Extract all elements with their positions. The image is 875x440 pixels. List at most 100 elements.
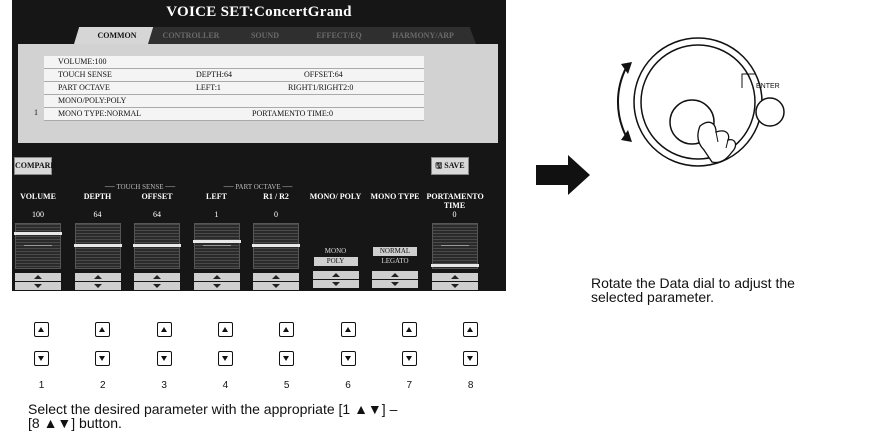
column-value: 1 (214, 210, 219, 219)
column-value: 0 (452, 210, 457, 219)
triangle-down-icon (283, 356, 290, 361)
button-7-down[interactable] (401, 351, 417, 366)
button-8-up[interactable] (463, 322, 479, 337)
value-slider[interactable] (252, 223, 300, 269)
param-column[interactable]: OFFSET 64 (129, 192, 185, 290)
value-slider[interactable] (430, 223, 479, 269)
option-item[interactable]: MONO (314, 247, 358, 256)
value-slider[interactable] (14, 223, 62, 269)
save-label: SAVE (444, 161, 465, 170)
option-item[interactable]: POLY (313, 257, 358, 266)
screen-down-button[interactable] (74, 282, 121, 290)
screen-down-button[interactable] (312, 280, 359, 288)
column-value: 64 (153, 210, 161, 219)
table-row[interactable]: VOLUME:100 (44, 56, 424, 69)
column-name: OFFSET (141, 192, 173, 201)
save-button[interactable]: 🖫 SAVE (431, 157, 469, 175)
button-4-up[interactable] (217, 322, 233, 337)
param-column[interactable]: PORTAMENTO TIME 0 (427, 192, 484, 290)
lcd-screen: VOICE SET:ConcertGrand COMMON CONTROLLER… (12, 0, 506, 291)
triangle-down-icon (153, 284, 161, 288)
option-item[interactable]: LEGATO (373, 257, 417, 266)
triangle-down-icon (221, 356, 228, 361)
tab-common[interactable]: COMMON (74, 27, 160, 44)
option-item[interactable]: NORMAL (373, 247, 417, 256)
screen-down-button[interactable] (15, 282, 61, 290)
screen-up-button[interactable] (312, 271, 359, 279)
param-column[interactable]: R1 / R2 0 (248, 192, 304, 290)
select-caption-line1: Select the desired parameter with the ap… (28, 401, 398, 417)
button-5-up[interactable] (279, 322, 295, 337)
common-panel: 1 VOLUME:100 TOUCH SENSE DEPTH:64 OFFSET… (18, 44, 498, 143)
value-slider[interactable] (192, 223, 241, 269)
button-7-up[interactable] (401, 322, 417, 337)
param-column[interactable]: DEPTH 64 (70, 192, 126, 290)
screen-up-button[interactable] (372, 271, 418, 279)
screen-down-button[interactable] (372, 280, 418, 288)
triangle-down-icon (467, 356, 474, 361)
value-slider[interactable] (73, 223, 122, 269)
slider-handle[interactable] (192, 240, 241, 243)
triangle-up-icon (344, 327, 351, 332)
screen-up-button[interactable] (74, 273, 121, 281)
left-cell: LEFT:1 (196, 83, 221, 92)
screen-down-button[interactable] (431, 282, 478, 290)
option-list[interactable]: MONO POLY (313, 223, 358, 267)
parameter-table: VOLUME:100 TOUCH SENSE DEPTH:64 OFFSET:6… (44, 56, 424, 121)
screen-title: VOICE SET:ConcertGrand (166, 4, 352, 20)
option-list[interactable]: NORMAL LEGATO (373, 223, 417, 267)
slider-handle[interactable] (14, 232, 62, 235)
param-column[interactable]: MONO TYPE NORMAL LEGATO (367, 192, 423, 288)
button-2-down[interactable] (95, 351, 111, 366)
table-row[interactable]: MONO/POLY:POLY (44, 95, 424, 108)
enter-button[interactable] (752, 92, 792, 132)
button-8-down[interactable] (463, 351, 479, 366)
slider-handle[interactable] (73, 244, 122, 247)
button-1-down[interactable] (34, 351, 49, 366)
triangle-up-icon (272, 275, 280, 279)
column-name: R1 / R2 (263, 192, 289, 201)
touch-sense-cell: TOUCH SENSE (58, 70, 112, 79)
screen-up-button[interactable] (15, 273, 61, 281)
slider-handle[interactable] (133, 244, 181, 247)
tab-controller[interactable]: CONTROLLER (148, 27, 234, 44)
compare-button[interactable]: COMPARE (14, 157, 56, 175)
button-6-up[interactable] (340, 322, 356, 337)
tab-sound[interactable]: SOUND (222, 27, 308, 44)
table-row[interactable]: PART OCTAVE LEFT:1 RIGHT1/RIGHT2:0 (44, 82, 424, 95)
param-column[interactable]: MONO/ POLY MONO POLY (308, 192, 364, 288)
param-column[interactable]: VOLUME 100 (12, 192, 66, 290)
button-5-down[interactable] (279, 351, 295, 366)
button-3-down[interactable] (156, 351, 172, 366)
tab-effect-eq[interactable]: EFFECT/EQ (296, 27, 382, 44)
table-row[interactable]: TOUCH SENSE DEPTH:64 OFFSET:64 (44, 69, 424, 82)
slider-handle[interactable] (430, 264, 479, 267)
button-6-down[interactable] (340, 351, 356, 366)
value-slider[interactable] (133, 223, 181, 269)
screen-down-button[interactable] (253, 282, 299, 290)
button-4-down[interactable] (217, 351, 233, 366)
screen-down-button[interactable] (193, 282, 240, 290)
triangle-down-icon (160, 356, 167, 361)
mono-poly-cell: MONO/POLY:POLY (58, 96, 127, 105)
screen-up-button[interactable] (193, 273, 240, 281)
table-row[interactable]: MONO TYPE:NORMAL PORTAMENTO TIME:0 (44, 108, 424, 121)
button-1-up[interactable] (34, 322, 49, 337)
screen-down-button[interactable] (134, 282, 180, 290)
param-column[interactable]: LEFT 1 (189, 192, 245, 290)
button-number: 1 (38, 380, 45, 391)
tab-harmony-arp[interactable]: HARMONY/ARP (370, 27, 476, 44)
touch-sense-group-label: TOUCH SENSE (116, 183, 164, 191)
triangle-down-icon (405, 356, 412, 361)
button-3-up[interactable] (156, 322, 172, 337)
triangle-up-icon (221, 327, 228, 332)
button-2-up[interactable] (95, 322, 111, 337)
triangle-down-icon (450, 284, 459, 288)
screen-up-button[interactable] (253, 273, 299, 281)
button-number: 3 (161, 380, 167, 391)
screen-up-button[interactable] (134, 273, 180, 281)
screen-up-button[interactable] (431, 273, 478, 281)
button-number: 2 (100, 380, 106, 391)
slider-handle[interactable] (252, 244, 300, 247)
button-number: 5 (283, 380, 290, 391)
